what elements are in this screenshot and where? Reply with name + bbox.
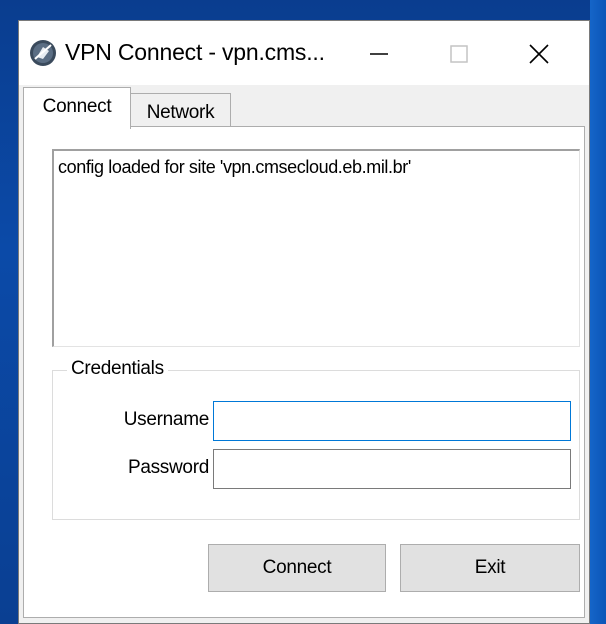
window-title: VPN Connect - vpn.cms... bbox=[65, 39, 325, 65]
log-line: config loaded for site 'vpn.cmsecloud.eb… bbox=[58, 157, 411, 177]
minimize-icon bbox=[370, 53, 388, 55]
tab-strip: Connect Network bbox=[19, 85, 589, 129]
exit-button[interactable]: Exit bbox=[400, 544, 580, 592]
tab-network[interactable]: Network bbox=[131, 93, 231, 127]
vpn-connect-window: VPN Connect - vpn.cms... Connect Network… bbox=[18, 20, 590, 624]
connect-tab-panel: config loaded for site 'vpn.cmsecloud.eb… bbox=[23, 126, 585, 618]
password-input[interactable] bbox=[213, 449, 571, 489]
password-label: Password bbox=[127, 457, 209, 478]
title-bar[interactable]: VPN Connect - vpn.cms... bbox=[19, 21, 589, 85]
status-log[interactable]: config loaded for site 'vpn.cmsecloud.eb… bbox=[52, 149, 580, 347]
desktop-background bbox=[590, 0, 606, 624]
username-label: Username bbox=[123, 409, 210, 430]
tab-connect[interactable]: Connect bbox=[23, 87, 131, 129]
username-input[interactable] bbox=[213, 401, 571, 441]
minimize-button[interactable] bbox=[349, 33, 409, 75]
vpn-app-icon bbox=[30, 40, 56, 66]
maximize-button[interactable] bbox=[429, 33, 489, 75]
close-icon bbox=[529, 44, 549, 64]
connect-button[interactable]: Connect bbox=[208, 544, 386, 592]
close-button[interactable] bbox=[509, 33, 569, 75]
credentials-group-label: Credentials bbox=[67, 358, 168, 380]
credentials-group: Credentials Username Password bbox=[52, 358, 580, 520]
maximize-icon bbox=[450, 45, 468, 63]
